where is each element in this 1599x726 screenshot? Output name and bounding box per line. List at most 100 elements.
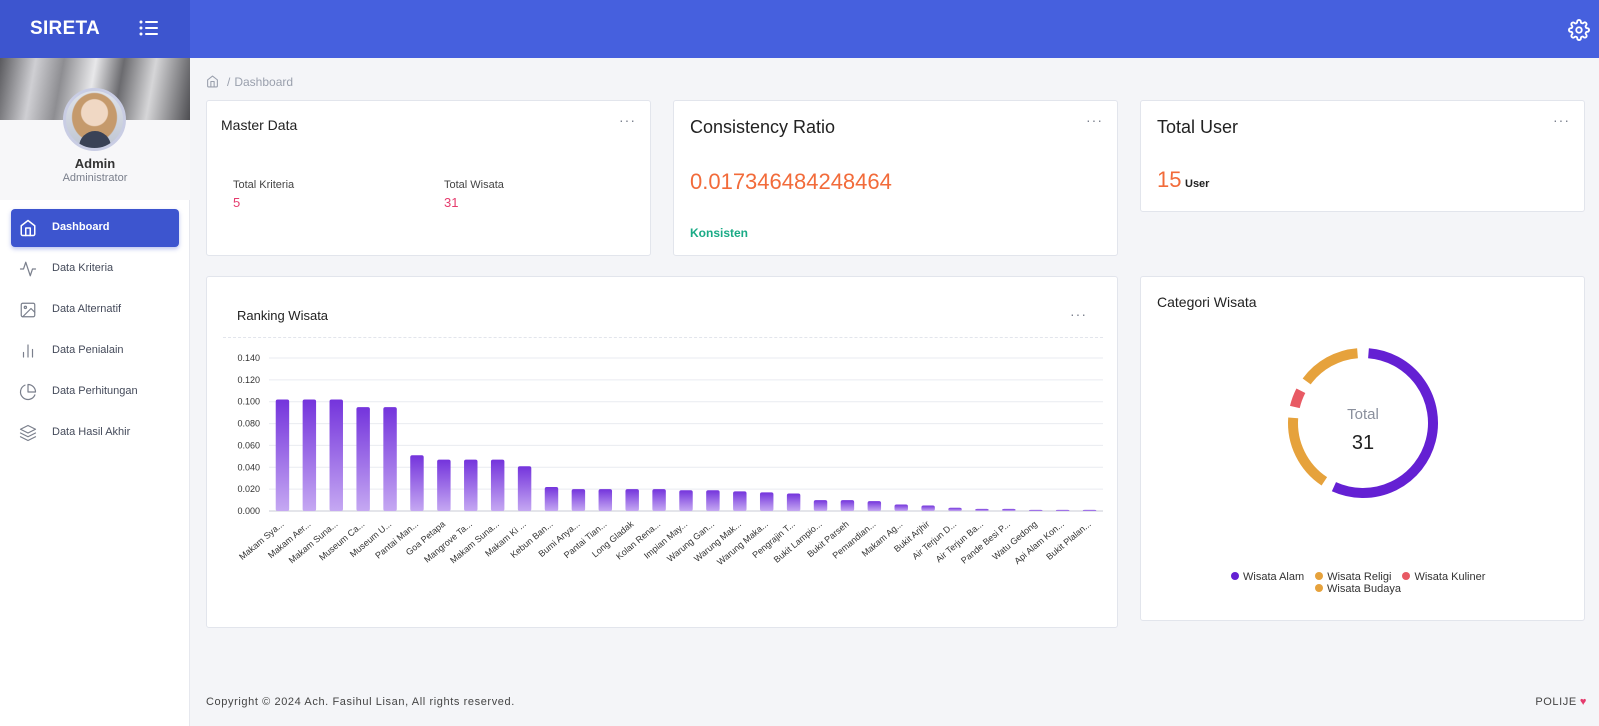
bar[interactable] [437,459,451,511]
bar[interactable] [383,407,397,511]
avatar[interactable] [63,88,126,151]
bar[interactable] [329,399,343,511]
brand-area: SIRETA [0,0,190,58]
more-options-icon[interactable]: ··· [619,113,636,127]
bar[interactable] [517,466,532,511]
breadcrumb: / Dashboard [206,75,293,89]
sidebar-item-label: Dashboard [52,221,110,233]
card-title: Total User [1157,117,1239,137]
bar[interactable] [840,500,855,511]
more-options-icon[interactable]: ··· [1086,113,1103,127]
profile-role: Administrator [62,172,128,184]
y-tick-label: 0.140 [237,353,260,363]
card-title: Master Data [221,117,298,133]
bar[interactable] [652,489,666,511]
consistency-status: Konsisten [690,226,749,240]
sidebar-item-data-kriteria[interactable]: Data Kriteria [11,250,179,288]
donut-center-label: Total [1347,406,1379,423]
legend-item[interactable]: Wisata Alam [1231,571,1304,583]
top-bar [0,0,1599,58]
y-tick-label: 0.100 [237,397,260,407]
donut-slice[interactable] [1289,388,1306,409]
menu-toggle-icon[interactable] [138,18,160,38]
bar[interactable] [894,504,908,511]
y-tick-label: 0.080 [237,419,260,429]
legend-item[interactable]: Wisata Budaya [1315,583,1401,595]
total-kriteria-value: 5 [233,195,241,210]
sidebar-item-data-hasil-akhir[interactable]: Data Hasil Akhir [11,414,179,452]
bar[interactable] [356,407,370,511]
bar[interactable] [1029,509,1043,511]
breadcrumb-current: Dashboard [234,75,294,89]
home-icon [20,219,36,237]
bar[interactable] [733,491,747,511]
footer-org-label: POLIJE [1535,696,1577,708]
bar[interactable] [275,399,290,511]
total-kriteria-label: Total Kriteria [233,179,295,191]
donut-center-value: 31 [1352,432,1374,454]
bar[interactable] [706,490,720,511]
bar[interactable] [544,486,559,511]
bar[interactable] [1055,509,1070,511]
sidebar-item-data-alternatif[interactable]: Data Alternatif [11,291,179,329]
bar[interactable] [598,489,613,511]
sidebar-item-data-perhitungan[interactable]: Data Perhitungan [11,373,179,411]
donut-slice[interactable] [1302,348,1359,385]
total-user-value: 15 [1157,167,1182,192]
bar[interactable] [759,492,774,511]
ranking-wisata-card: Ranking Wisata ··· 0.000 0.020 0.040 0.060 0… [206,276,1118,628]
bar[interactable] [786,493,801,511]
legend-item[interactable]: Wisata Religi [1315,571,1391,583]
bar[interactable] [679,490,693,511]
sidebar-item-dashboard[interactable]: Dashboard [11,209,179,247]
donut-slice[interactable] [1331,348,1438,498]
bar[interactable] [490,459,505,511]
total-user-card: Total User ··· 15 User [1140,100,1585,212]
y-tick-label: 0.040 [237,462,260,472]
donut-slice[interactable] [1288,417,1328,486]
layers-icon [19,424,37,442]
total-wisata-value: 31 [444,195,459,210]
bar[interactable] [813,500,828,511]
gear-icon[interactable] [1568,19,1590,41]
sidebar-nav: Dashboard Data Kriteria Data Alternatif … [11,209,179,455]
bar[interactable] [1082,509,1097,511]
sidebar-item-label: Data Kriteria [52,262,114,274]
brand-logo[interactable]: SIRETA [30,18,100,40]
profile-name: Admin [74,156,116,171]
bar[interactable] [1002,508,1016,511]
consistency-ratio-card: Consistency Ratio ··· 0.017346484248464 … [673,100,1118,256]
bar[interactable] [975,508,989,511]
y-tick-label: 0.120 [237,375,260,385]
y-tick-label: 0.020 [237,484,260,494]
sidebar-item-label: Data Penialain [52,344,124,356]
bar[interactable] [625,489,639,511]
bar[interactable] [302,399,317,511]
bar[interactable] [410,455,424,511]
sidebar-item-data-penialain[interactable]: Data Penialain [11,332,179,370]
breadcrumb-home-icon[interactable] [206,75,219,88]
bar[interactable] [464,459,478,511]
sidebar-item-label: Data Perhitungan [52,385,138,397]
sidebar: Admin Administrator Dashboard Data Krite… [0,58,190,726]
card-title: Consistency Ratio [690,117,836,137]
bar[interactable] [867,501,882,511]
footer-copyright: Copyright © 2024 Ach. Fasihul Lisan, All… [206,696,515,708]
pie-chart-icon [19,383,37,401]
more-options-icon[interactable]: ··· [1553,113,1570,127]
footer-org: POLIJE ♥ [1535,696,1587,708]
heart-icon: ♥ [1579,696,1587,708]
bar[interactable] [571,489,586,511]
total-user-unit: User [1185,178,1210,190]
x-tick-label: Makam Sya... [237,519,286,562]
bar-chart-icon [22,344,34,358]
image-icon [20,302,36,318]
consistency-ratio-value: 0.017346484248464 [690,169,892,194]
bar[interactable] [921,505,935,511]
sidebar-item-label: Data Hasil Akhir [52,426,131,438]
categori-wisata-card: Categori Wisata Total 31 Wisata Alam Wisa… [1140,276,1585,621]
legend-item[interactable]: Wisata Kuliner [1402,571,1485,583]
category-donut-chart: Total 31 [1288,348,1438,498]
bar[interactable] [948,507,962,511]
y-tick-label: 0.060 [237,440,260,450]
